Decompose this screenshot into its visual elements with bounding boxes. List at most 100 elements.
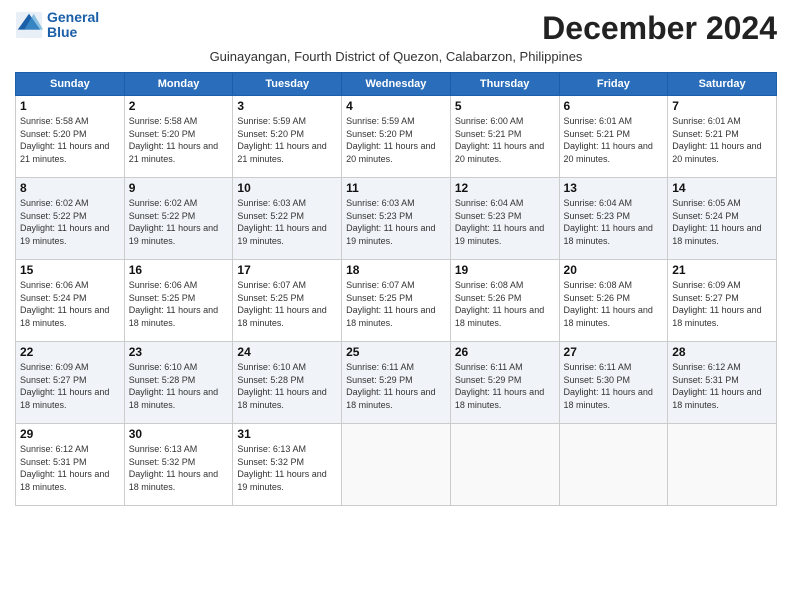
day-info: Sunrise: 6:06 AMSunset: 5:24 PMDaylight:… — [20, 279, 120, 329]
day-number: 27 — [564, 345, 664, 359]
day-header-saturday: Saturday — [668, 73, 777, 96]
day-number: 24 — [237, 345, 337, 359]
week-row-5: 29 Sunrise: 6:12 AMSunset: 5:31 PMDayligh… — [16, 424, 777, 506]
day-info: Sunrise: 6:13 AMSunset: 5:32 PMDaylight:… — [237, 443, 337, 493]
day-info: Sunrise: 6:12 AMSunset: 5:31 PMDaylight:… — [20, 443, 120, 493]
empty-cell — [559, 424, 668, 506]
empty-cell — [450, 424, 559, 506]
day-info: Sunrise: 6:05 AMSunset: 5:24 PMDaylight:… — [672, 197, 772, 247]
day-info: Sunrise: 6:11 AMSunset: 5:30 PMDaylight:… — [564, 361, 664, 411]
week-row-2: 8Sunrise: 6:02 AMSunset: 5:22 PMDaylight… — [16, 178, 777, 260]
day-cell-5: 5Sunrise: 6:00 AMSunset: 5:21 PMDaylight… — [450, 96, 559, 178]
day-number: 23 — [129, 345, 229, 359]
day-cell-11: 11 Sunrise: 6:03 AMSunset: 5:23 PMDayligh… — [342, 178, 451, 260]
day-info: Sunrise: 6:06 AMSunset: 5:25 PMDaylight:… — [129, 279, 229, 329]
day-info: Sunrise: 6:04 AMSunset: 5:23 PMDaylight:… — [455, 197, 555, 247]
day-cell-22: 22 Sunrise: 6:09 AMSunset: 5:27 PMDayligh… — [16, 342, 125, 424]
day-cell-3: 3Sunrise: 5:59 AMSunset: 5:20 PMDaylight… — [233, 96, 342, 178]
day-info: Sunrise: 6:13 AMSunset: 5:32 PMDaylight:… — [129, 443, 229, 493]
day-cell-19: 19Sunrise: 6:08 AMSunset: 5:26 PMDayligh… — [450, 260, 559, 342]
day-cell-29: 29 Sunrise: 6:12 AMSunset: 5:31 PMDayligh… — [16, 424, 125, 506]
day-number: 20 — [564, 263, 664, 277]
logo: General Blue — [15, 10, 99, 41]
day-cell-13: 13 Sunrise: 6:04 AMSunset: 5:23 PMDayligh… — [559, 178, 668, 260]
subtitle: Guinayangan, Fourth District of Quezon, … — [15, 49, 777, 64]
day-cell-12: 12 Sunrise: 6:04 AMSunset: 5:23 PMDayligh… — [450, 178, 559, 260]
day-info: Sunrise: 6:12 AMSunset: 5:31 PMDaylight:… — [672, 361, 772, 411]
day-info: Sunrise: 6:09 AMSunset: 5:27 PMDaylight:… — [20, 361, 120, 411]
empty-cell — [668, 424, 777, 506]
calendar-header: SundayMondayTuesdayWednesdayThursdayFrid… — [16, 73, 777, 96]
day-header-monday: Monday — [124, 73, 233, 96]
day-cell-24: 24 Sunrise: 6:10 AMSunset: 5:28 PMDayligh… — [233, 342, 342, 424]
day-cell-7: 7Sunrise: 6:01 AMSunset: 5:21 PMDaylight… — [668, 96, 777, 178]
day-info: Sunrise: 6:07 AMSunset: 5:25 PMDaylight:… — [346, 279, 446, 329]
day-number: 9 — [129, 181, 229, 195]
day-info: Sunrise: 6:09 AMSunset: 5:27 PMDaylight:… — [672, 279, 772, 329]
week-row-3: 15 Sunrise: 6:06 AMSunset: 5:24 PMDayligh… — [16, 260, 777, 342]
day-header-friday: Friday — [559, 73, 668, 96]
day-number: 22 — [20, 345, 120, 359]
week-row-1: 1 Sunrise: 5:58 AMSunset: 5:20 PMDaylight… — [16, 96, 777, 178]
day-number: 21 — [672, 263, 772, 277]
day-header-wednesday: Wednesday — [342, 73, 451, 96]
day-cell-6: 6Sunrise: 6:01 AMSunset: 5:21 PMDaylight… — [559, 96, 668, 178]
week-row-4: 22 Sunrise: 6:09 AMSunset: 5:27 PMDayligh… — [16, 342, 777, 424]
day-number: 13 — [564, 181, 664, 195]
day-cell-2: 2Sunrise: 5:58 AMSunset: 5:20 PMDaylight… — [124, 96, 233, 178]
day-header-sunday: Sunday — [16, 73, 125, 96]
calendar-table: SundayMondayTuesdayWednesdayThursdayFrid… — [15, 72, 777, 506]
day-number: 18 — [346, 263, 446, 277]
day-number: 26 — [455, 345, 555, 359]
day-number: 29 — [20, 427, 120, 441]
empty-cell — [342, 424, 451, 506]
day-cell-1: 1 Sunrise: 5:58 AMSunset: 5:20 PMDaylight… — [16, 96, 125, 178]
day-info: Sunrise: 6:10 AMSunset: 5:28 PMDaylight:… — [129, 361, 229, 411]
day-number: 12 — [455, 181, 555, 195]
day-info: Sunrise: 6:11 AMSunset: 5:29 PMDaylight:… — [455, 361, 555, 411]
day-cell-9: 9 Sunrise: 6:02 AMSunset: 5:22 PMDaylight… — [124, 178, 233, 260]
day-info: Sunrise: 6:02 AMSunset: 5:22 PMDaylight:… — [129, 197, 229, 247]
day-cell-8: 8Sunrise: 6:02 AMSunset: 5:22 PMDaylight… — [16, 178, 125, 260]
day-info: Sunrise: 6:01 AMSunset: 5:21 PMDaylight:… — [672, 115, 772, 165]
day-cell-14: 14 Sunrise: 6:05 AMSunset: 5:24 PMDayligh… — [668, 178, 777, 260]
day-number: 16 — [129, 263, 229, 277]
day-header-thursday: Thursday — [450, 73, 559, 96]
day-info: Sunrise: 6:10 AMSunset: 5:28 PMDaylight:… — [237, 361, 337, 411]
day-cell-20: 20Sunrise: 6:08 AMSunset: 5:26 PMDayligh… — [559, 260, 668, 342]
logo-icon — [15, 11, 43, 39]
day-info: Sunrise: 6:02 AMSunset: 5:22 PMDaylight:… — [20, 197, 120, 247]
day-number: 11 — [346, 181, 446, 195]
day-info: Sunrise: 6:03 AMSunset: 5:23 PMDaylight:… — [346, 197, 446, 247]
day-info: Sunrise: 6:00 AMSunset: 5:21 PMDaylight:… — [455, 115, 555, 165]
month-title: December 2024 — [542, 10, 777, 47]
day-number: 31 — [237, 427, 337, 441]
day-info: Sunrise: 6:04 AMSunset: 5:23 PMDaylight:… — [564, 197, 664, 247]
day-info: Sunrise: 5:58 AMSunset: 5:20 PMDaylight:… — [129, 115, 229, 165]
day-cell-28: 28Sunrise: 6:12 AMSunset: 5:31 PMDayligh… — [668, 342, 777, 424]
logo-line1: General — [47, 9, 99, 25]
day-cell-30: 30Sunrise: 6:13 AMSunset: 5:32 PMDayligh… — [124, 424, 233, 506]
day-info: Sunrise: 6:11 AMSunset: 5:29 PMDaylight:… — [346, 361, 446, 411]
day-number: 10 — [237, 181, 337, 195]
day-info: Sunrise: 5:59 AMSunset: 5:20 PMDaylight:… — [237, 115, 337, 165]
logo-line2: Blue — [47, 24, 77, 40]
day-info: Sunrise: 5:58 AMSunset: 5:20 PMDaylight:… — [20, 115, 120, 165]
day-cell-18: 18 Sunrise: 6:07 AMSunset: 5:25 PMDayligh… — [342, 260, 451, 342]
day-number: 4 — [346, 99, 446, 113]
day-number: 6 — [564, 99, 664, 113]
day-cell-31: 31 Sunrise: 6:13 AMSunset: 5:32 PMDayligh… — [233, 424, 342, 506]
day-cell-15: 15 Sunrise: 6:06 AMSunset: 5:24 PMDayligh… — [16, 260, 125, 342]
day-cell-26: 26 Sunrise: 6:11 AMSunset: 5:29 PMDayligh… — [450, 342, 559, 424]
day-number: 1 — [20, 99, 120, 113]
day-number: 14 — [672, 181, 772, 195]
day-cell-27: 27 Sunrise: 6:11 AMSunset: 5:30 PMDayligh… — [559, 342, 668, 424]
day-number: 19 — [455, 263, 555, 277]
day-info: Sunrise: 5:59 AMSunset: 5:20 PMDaylight:… — [346, 115, 446, 165]
day-info: Sunrise: 6:07 AMSunset: 5:25 PMDaylight:… — [237, 279, 337, 329]
day-cell-25: 25Sunrise: 6:11 AMSunset: 5:29 PMDayligh… — [342, 342, 451, 424]
day-number: 15 — [20, 263, 120, 277]
day-info: Sunrise: 6:03 AMSunset: 5:22 PMDaylight:… — [237, 197, 337, 247]
day-cell-4: 4 Sunrise: 5:59 AMSunset: 5:20 PMDaylight… — [342, 96, 451, 178]
day-cell-21: 21 Sunrise: 6:09 AMSunset: 5:27 PMDayligh… — [668, 260, 777, 342]
